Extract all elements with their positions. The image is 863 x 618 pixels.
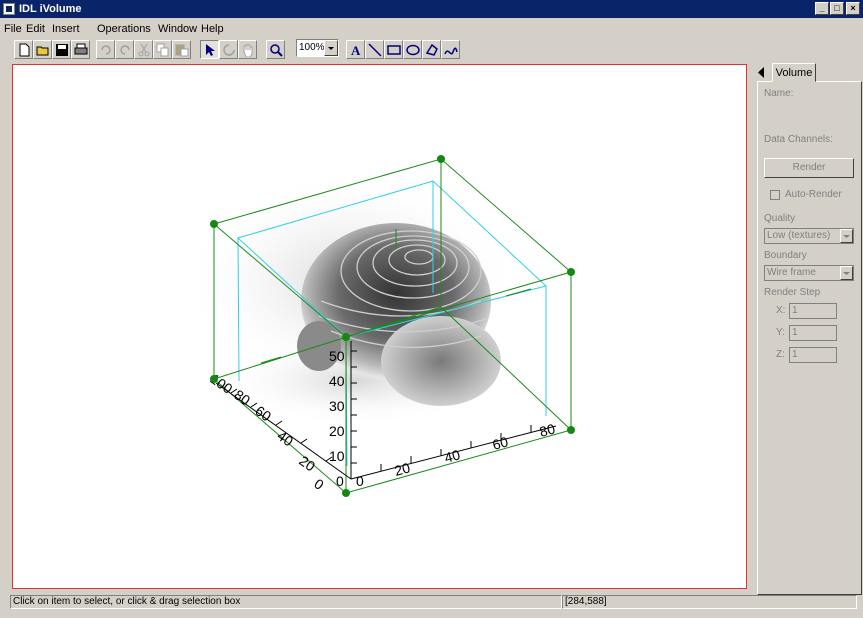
handle-top-right[interactable]	[567, 268, 575, 276]
tab-volume[interactable]: Volume	[772, 63, 816, 82]
pan-hand-icon[interactable]	[238, 40, 257, 59]
z-tick-40: 40	[274, 427, 296, 449]
render-step-label: Render Step	[764, 287, 821, 298]
line-icon[interactable]	[365, 40, 384, 59]
status-message: Click on item to select, or click & drag…	[10, 595, 562, 609]
data-channels-label: Data Channels:	[764, 134, 833, 145]
zoom-icon[interactable]	[266, 40, 285, 59]
copy-icon[interactable]	[153, 40, 172, 59]
menu-operations[interactable]: Operations	[97, 23, 151, 35]
boundary-label: Boundary	[764, 250, 807, 261]
x-tick-80: 80	[538, 420, 557, 440]
menu-window[interactable]: Window	[158, 23, 197, 35]
rectangle-icon[interactable]	[384, 40, 403, 59]
auto-render-checkbox[interactable]	[770, 190, 780, 200]
boundary-value: Wire frame	[767, 267, 816, 278]
freehand-icon[interactable]	[441, 40, 460, 59]
rotate-icon[interactable]	[219, 40, 238, 59]
open-folder-icon[interactable]	[33, 40, 52, 59]
x-tick-40: 40	[443, 446, 462, 466]
maximize-button[interactable]: □	[830, 2, 844, 15]
polygon-icon[interactable]	[422, 40, 441, 59]
chevron-down-icon	[840, 266, 853, 280]
visualization-canvas[interactable]: 0 10 20 30 40 50 0 20 40 60 80 0 20 40 6…	[12, 64, 747, 589]
name-label: Name:	[764, 88, 794, 99]
chevron-down-icon	[840, 229, 853, 243]
window-title: IDL iVolume	[19, 3, 82, 15]
minimize-button[interactable]: _	[815, 2, 829, 15]
z-tick-0: 0	[311, 475, 327, 493]
handle-top-front[interactable]	[342, 333, 350, 341]
menu-file[interactable]: File	[4, 23, 22, 35]
y-tick-0: 0	[336, 473, 344, 489]
chevron-down-icon	[324, 40, 338, 56]
properties-panel: Volume Name: Data Channels: Render Auto-…	[757, 63, 863, 595]
handle-bottom-right[interactable]	[567, 426, 575, 434]
step-y-label: Y:	[776, 327, 785, 338]
step-z-label: Z:	[776, 349, 785, 360]
ellipse-icon[interactable]	[403, 40, 422, 59]
step-z-field[interactable]: 1	[789, 347, 837, 363]
handle-bottom-front[interactable]	[342, 489, 350, 497]
text-tool-label: A	[351, 43, 361, 57]
save-icon[interactable]	[52, 40, 71, 59]
step-x-field[interactable]: 1	[789, 303, 837, 319]
step-y-field[interactable]: 1	[789, 325, 837, 341]
app-icon	[3, 3, 15, 15]
x-tick-20: 20	[393, 459, 412, 479]
collapse-panel-icon[interactable]	[757, 67, 766, 78]
redo-icon[interactable]	[115, 40, 134, 59]
handle-top-left[interactable]	[210, 220, 218, 228]
menu-insert[interactable]: Insert	[52, 23, 80, 35]
cut-icon[interactable]	[134, 40, 153, 59]
quality-label: Quality	[764, 213, 796, 224]
boundary-dropdown[interactable]: Wire frame	[764, 265, 854, 281]
z-tick-20: 20	[296, 452, 318, 474]
y-tick-10: 10	[329, 448, 345, 464]
close-button[interactable]: ×	[846, 2, 860, 15]
quality-dropdown[interactable]: Low (textures)	[764, 228, 854, 244]
zoom-dropdown[interactable]: 100%	[296, 39, 339, 57]
auto-render-label: Auto-Render	[785, 189, 842, 200]
quality-value: Low (textures)	[767, 230, 831, 241]
y-tick-50: 50	[329, 348, 345, 364]
y-tick-40: 40	[329, 373, 345, 389]
volume-render[interactable]: 0 10 20 30 40 50 0 20 40 60 80 0 20 40 6…	[13, 65, 747, 589]
render-button[interactable]: Render	[764, 158, 854, 178]
menu-help[interactable]: Help	[201, 23, 224, 35]
y-tick-20: 20	[329, 423, 345, 439]
zoom-value: 100%	[299, 42, 325, 53]
status-coordinates: [284,588]	[562, 595, 857, 609]
new-file-icon[interactable]	[14, 40, 33, 59]
handle-top-back[interactable]	[437, 155, 445, 163]
toolbar: A	[0, 38, 863, 64]
x-tick-60: 60	[491, 433, 510, 453]
print-icon[interactable]	[71, 40, 90, 59]
menu-bar: File Edit Insert Operations Window Help	[0, 20, 863, 36]
y-tick-30: 30	[329, 398, 345, 414]
undo-icon[interactable]	[96, 40, 115, 59]
text-icon[interactable]: A	[346, 40, 365, 59]
paste-icon[interactable]	[172, 40, 191, 59]
title-bar: IDL iVolume _ □ ×	[0, 0, 863, 18]
volume-panel-body: Name: Data Channels: Render Auto-Render …	[757, 81, 862, 595]
handle-bottom-left[interactable]	[210, 375, 218, 383]
select-arrow-icon[interactable]	[200, 40, 219, 59]
step-x-label: X:	[776, 305, 786, 316]
x-tick-0: 0	[356, 473, 364, 489]
status-bar: Click on item to select, or click & drag…	[0, 595, 863, 618]
menu-edit[interactable]: Edit	[26, 23, 45, 35]
